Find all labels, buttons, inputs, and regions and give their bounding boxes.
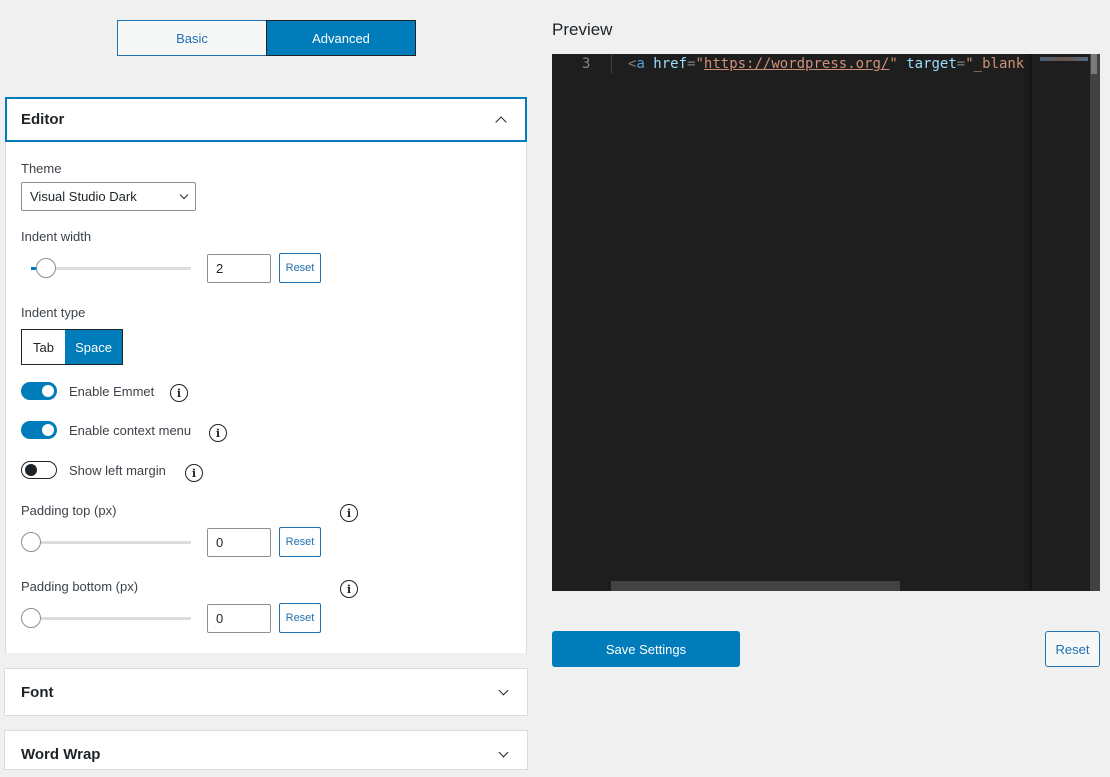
left-margin-toggle[interactable] [21,461,57,479]
indent-width-label: Indent width [21,229,92,244]
theme-select[interactable]: Visual Studio Dark [21,182,196,211]
padding-top-slider[interactable] [21,530,191,554]
save-settings-button[interactable]: Save Settings [552,631,740,667]
font-panel-title: Font [21,683,54,701]
slider-track [31,617,191,620]
slider-thumb[interactable] [21,608,41,628]
word-wrap-panel-header[interactable]: Word Wrap [5,731,527,777]
indent-type-tab[interactable]: Tab [22,330,65,364]
emmet-toggle[interactable] [21,382,57,400]
line-number: 3 [582,56,591,72]
context-menu-toggle-row: Enable context menu [21,421,191,439]
code-preview[interactable]: 3 <a href="https://wordpress.org/" targe… [552,54,1100,591]
editor-panel-title: Editor [21,111,65,128]
code-line: <a href="https://wordpress.org/" target=… [628,56,1025,72]
editor-panel-header[interactable]: Editor [5,97,527,142]
padding-bottom-input[interactable]: 0 [207,604,271,633]
font-panel: Font [4,668,528,716]
padding-top-reset-button[interactable]: Reset [279,527,321,557]
mode-basic-button[interactable]: Basic [117,20,266,56]
info-icon[interactable]: i [170,384,188,402]
word-wrap-panel: Word Wrap [4,730,528,770]
indent-width-slider[interactable] [21,256,191,280]
emmet-toggle-row: Enable Emmet [21,382,154,400]
chevron-down-icon [498,747,509,757]
context-menu-toggle-label: Enable context menu [69,422,192,438]
padding-bottom-reset-button[interactable]: Reset [279,603,321,633]
indent-type-toggle: Tab Space [21,329,123,365]
preview-title: Preview [552,20,613,39]
indent-width-input[interactable]: 2 [207,254,271,283]
chevron-up-icon [495,116,507,128]
info-icon[interactable]: i [340,580,358,598]
horizontal-scrollbar[interactable] [611,581,900,591]
left-margin-toggle-row: Show left margin [21,461,166,479]
font-panel-header[interactable]: Font [5,669,527,715]
reset-button[interactable]: Reset [1045,631,1100,667]
padding-top-input[interactable]: 0 [207,528,271,557]
info-icon[interactable]: i [209,424,227,442]
chevron-down-icon [179,190,189,200]
slider-thumb[interactable] [21,532,41,552]
padding-top-label: Padding top (px) [21,503,117,518]
chevron-down-icon [498,685,509,695]
mode-toggle: Basic Advanced [117,20,416,56]
emmet-toggle-label: Enable Emmet [69,383,155,399]
indent-type-label: Indent type [21,305,86,320]
theme-label: Theme [21,161,62,176]
info-icon[interactable]: i [185,464,203,482]
theme-select-value: Visual Studio Dark [30,189,137,204]
context-menu-toggle[interactable] [21,421,57,439]
vertical-scrollbar[interactable] [1090,54,1100,591]
padding-bottom-slider[interactable] [21,606,191,630]
gutter-divider [611,54,612,74]
code-link: https://wordpress.org/ [703,56,890,72]
mode-advanced-button[interactable]: Advanced [266,20,416,56]
indent-type-space[interactable]: Space [65,330,122,364]
slider-track [31,541,191,544]
info-icon[interactable]: i [340,504,358,522]
padding-bottom-label: Padding bottom (px) [21,579,139,594]
indent-width-reset-button[interactable]: Reset [279,253,321,283]
minimap[interactable] [1032,54,1090,591]
slider-thumb[interactable] [36,258,56,278]
left-margin-toggle-label: Show left margin [69,462,166,478]
